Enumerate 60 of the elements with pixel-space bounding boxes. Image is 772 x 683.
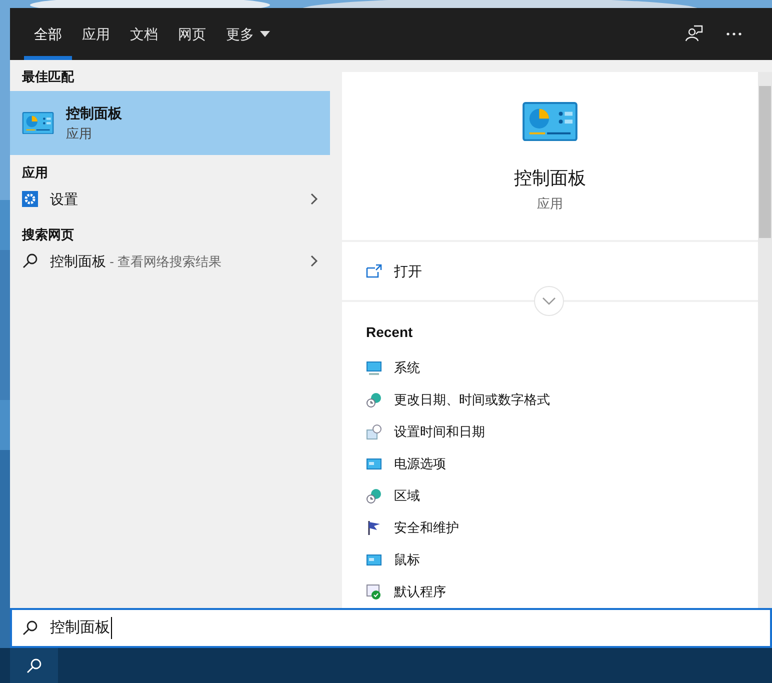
tab[interactable]: 应用 bbox=[72, 8, 120, 60]
search-icon bbox=[22, 253, 38, 269]
recent-label: 默认程序 bbox=[394, 583, 446, 602]
recent-item[interactable]: 区域 bbox=[366, 480, 734, 512]
control-panel-icon bbox=[22, 112, 54, 134]
result-label: 控制面板 - 查看网络搜索结果 bbox=[50, 252, 223, 270]
preview-subtitle: 应用 bbox=[537, 195, 563, 214]
recent-item[interactable]: 设置时间和日期 bbox=[366, 416, 734, 448]
open-icon bbox=[366, 264, 382, 278]
recent-item[interactable]: 电源选项 bbox=[366, 448, 734, 480]
recent-heading: Recent bbox=[366, 323, 414, 342]
best-match-item[interactable]: 控制面板 应用 bbox=[10, 91, 330, 155]
result-subtitle: 应用 bbox=[66, 124, 93, 143]
search-value: 控制面板 bbox=[50, 616, 112, 640]
section-heading: 最佳匹配 bbox=[21, 68, 76, 86]
recent-item[interactable]: 系统 bbox=[366, 352, 734, 384]
caret-down-icon bbox=[260, 31, 270, 37]
result-item[interactable]: 设置 bbox=[10, 181, 330, 217]
open-action[interactable]: 打开 bbox=[342, 242, 758, 300]
scrollbar-thumb[interactable] bbox=[759, 86, 771, 238]
result-title: 控制面板 bbox=[66, 104, 122, 123]
taskbar-search-button[interactable] bbox=[10, 648, 58, 683]
chevron-right-icon bbox=[310, 193, 318, 205]
control-panel-icon bbox=[366, 552, 382, 568]
recent-label: 更改日期、时间或数字格式 bbox=[394, 391, 550, 410]
globe-clock-icon bbox=[366, 488, 382, 504]
recent-label: 系统 bbox=[394, 359, 420, 378]
search-icon bbox=[22, 620, 38, 636]
recent-label: 电源选项 bbox=[394, 455, 446, 474]
gear-icon bbox=[22, 191, 38, 207]
recent-label: 设置时间和日期 bbox=[394, 423, 485, 442]
search-icon bbox=[26, 658, 42, 674]
recent-item[interactable]: 更改日期、时间或数字格式 bbox=[366, 384, 734, 416]
chevron-right-icon bbox=[310, 255, 318, 267]
section-heading: 应用 bbox=[20, 164, 49, 182]
more-icon bbox=[726, 32, 742, 36]
globe-clock-icon bbox=[366, 392, 382, 408]
feedback-icon bbox=[685, 25, 703, 43]
section-heading: 搜索网页 bbox=[20, 226, 75, 244]
tab[interactable]: 文档 bbox=[120, 8, 168, 60]
result-label: 设置 bbox=[50, 190, 79, 208]
control-panel-icon bbox=[522, 102, 578, 142]
recent-label: 区域 bbox=[394, 487, 420, 506]
tab[interactable]: 网页 bbox=[168, 8, 216, 60]
tab[interactable]: 更多 bbox=[216, 8, 280, 60]
preview-title: 控制面板 bbox=[514, 167, 586, 190]
monitor-icon bbox=[366, 360, 382, 376]
flag-icon bbox=[366, 520, 382, 536]
search-box[interactable]: 控制面板 bbox=[10, 608, 772, 648]
result-item[interactable]: 控制面板 - 查看网络搜索结果 bbox=[10, 243, 330, 279]
recent-item[interactable]: 默认程序 bbox=[366, 576, 734, 608]
chevron-down-icon bbox=[542, 297, 556, 305]
recent-item[interactable]: 鼠标 bbox=[366, 544, 734, 576]
expand-button[interactable] bbox=[534, 286, 564, 316]
recent-label: 鼠标 bbox=[394, 551, 420, 570]
recent-item[interactable]: 安全和维护 bbox=[366, 512, 734, 544]
calendar-clock-icon bbox=[366, 424, 382, 440]
recent-label: 安全和维护 bbox=[394, 519, 459, 538]
default-programs-icon bbox=[366, 584, 382, 600]
control-panel-icon bbox=[366, 456, 382, 472]
